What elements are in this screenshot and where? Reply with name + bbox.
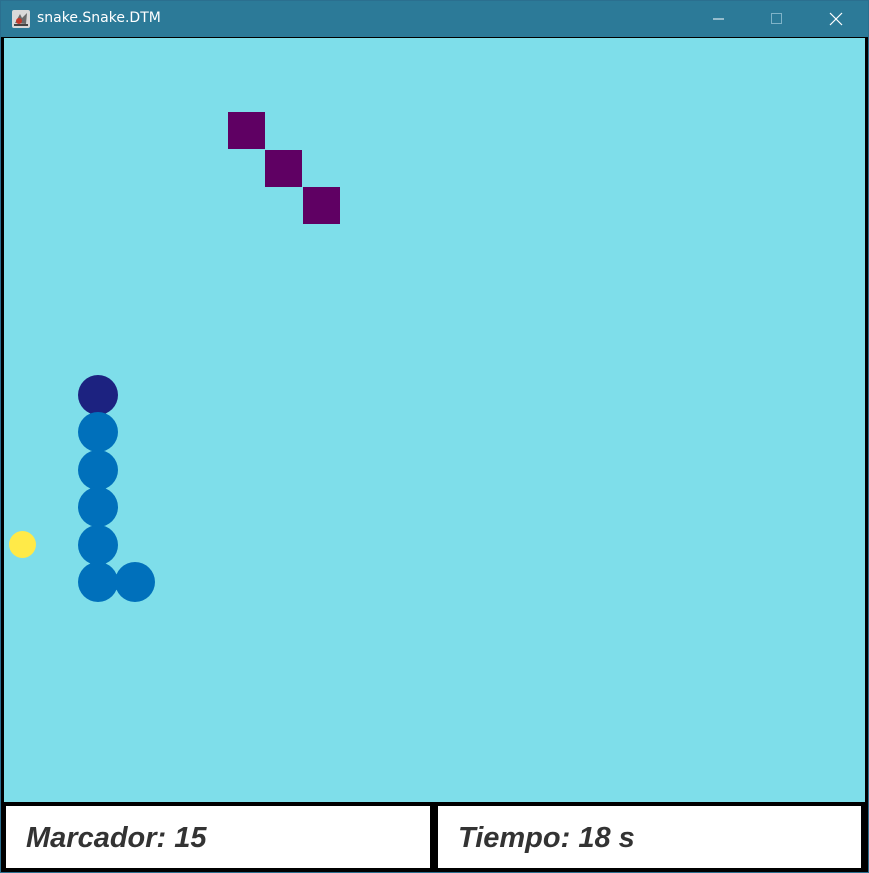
java-app-icon <box>12 10 30 28</box>
snake-body-segment <box>78 487 118 527</box>
score-label: Marcador: <box>26 822 167 854</box>
score-value: 15 <box>174 822 207 854</box>
time-display: Tiempo: 18 s <box>458 822 635 855</box>
minimize-icon <box>713 18 724 20</box>
time-unit: s <box>618 822 635 854</box>
time-label: Tiempo: <box>458 822 571 854</box>
time-value: 18 <box>578 822 611 854</box>
minimize-button[interactable] <box>689 1 747 37</box>
status-bar: Marcador: 15 Tiempo: 18 s <box>1 802 868 872</box>
food-pellet <box>9 531 36 558</box>
title-bar[interactable]: snake.Snake.DTM <box>1 1 868 37</box>
snake-body-segment <box>78 450 118 490</box>
snake-body-segment <box>115 562 155 602</box>
game-window: snake.Snake.DTM Marcador: 15 Tiempo: 18 … <box>0 0 869 873</box>
score-panel: Marcador: 15 <box>5 805 431 869</box>
game-board[interactable] <box>4 38 865 802</box>
maximize-icon <box>771 13 782 24</box>
snake-body-segment <box>78 412 118 452</box>
snake-head <box>78 375 118 415</box>
score-display: Marcador: 15 <box>26 822 207 855</box>
window-title: snake.Snake.DTM <box>37 10 161 26</box>
time-panel: Tiempo: 18 s <box>437 805 862 869</box>
snake-body-segment <box>78 525 118 565</box>
maximize-button[interactable] <box>747 1 805 37</box>
obstacle-block <box>228 112 265 149</box>
obstacle-block <box>265 150 302 187</box>
obstacle-block <box>303 187 340 224</box>
snake-body-segment <box>78 562 118 602</box>
close-button[interactable] <box>807 1 865 37</box>
close-icon <box>829 12 843 26</box>
